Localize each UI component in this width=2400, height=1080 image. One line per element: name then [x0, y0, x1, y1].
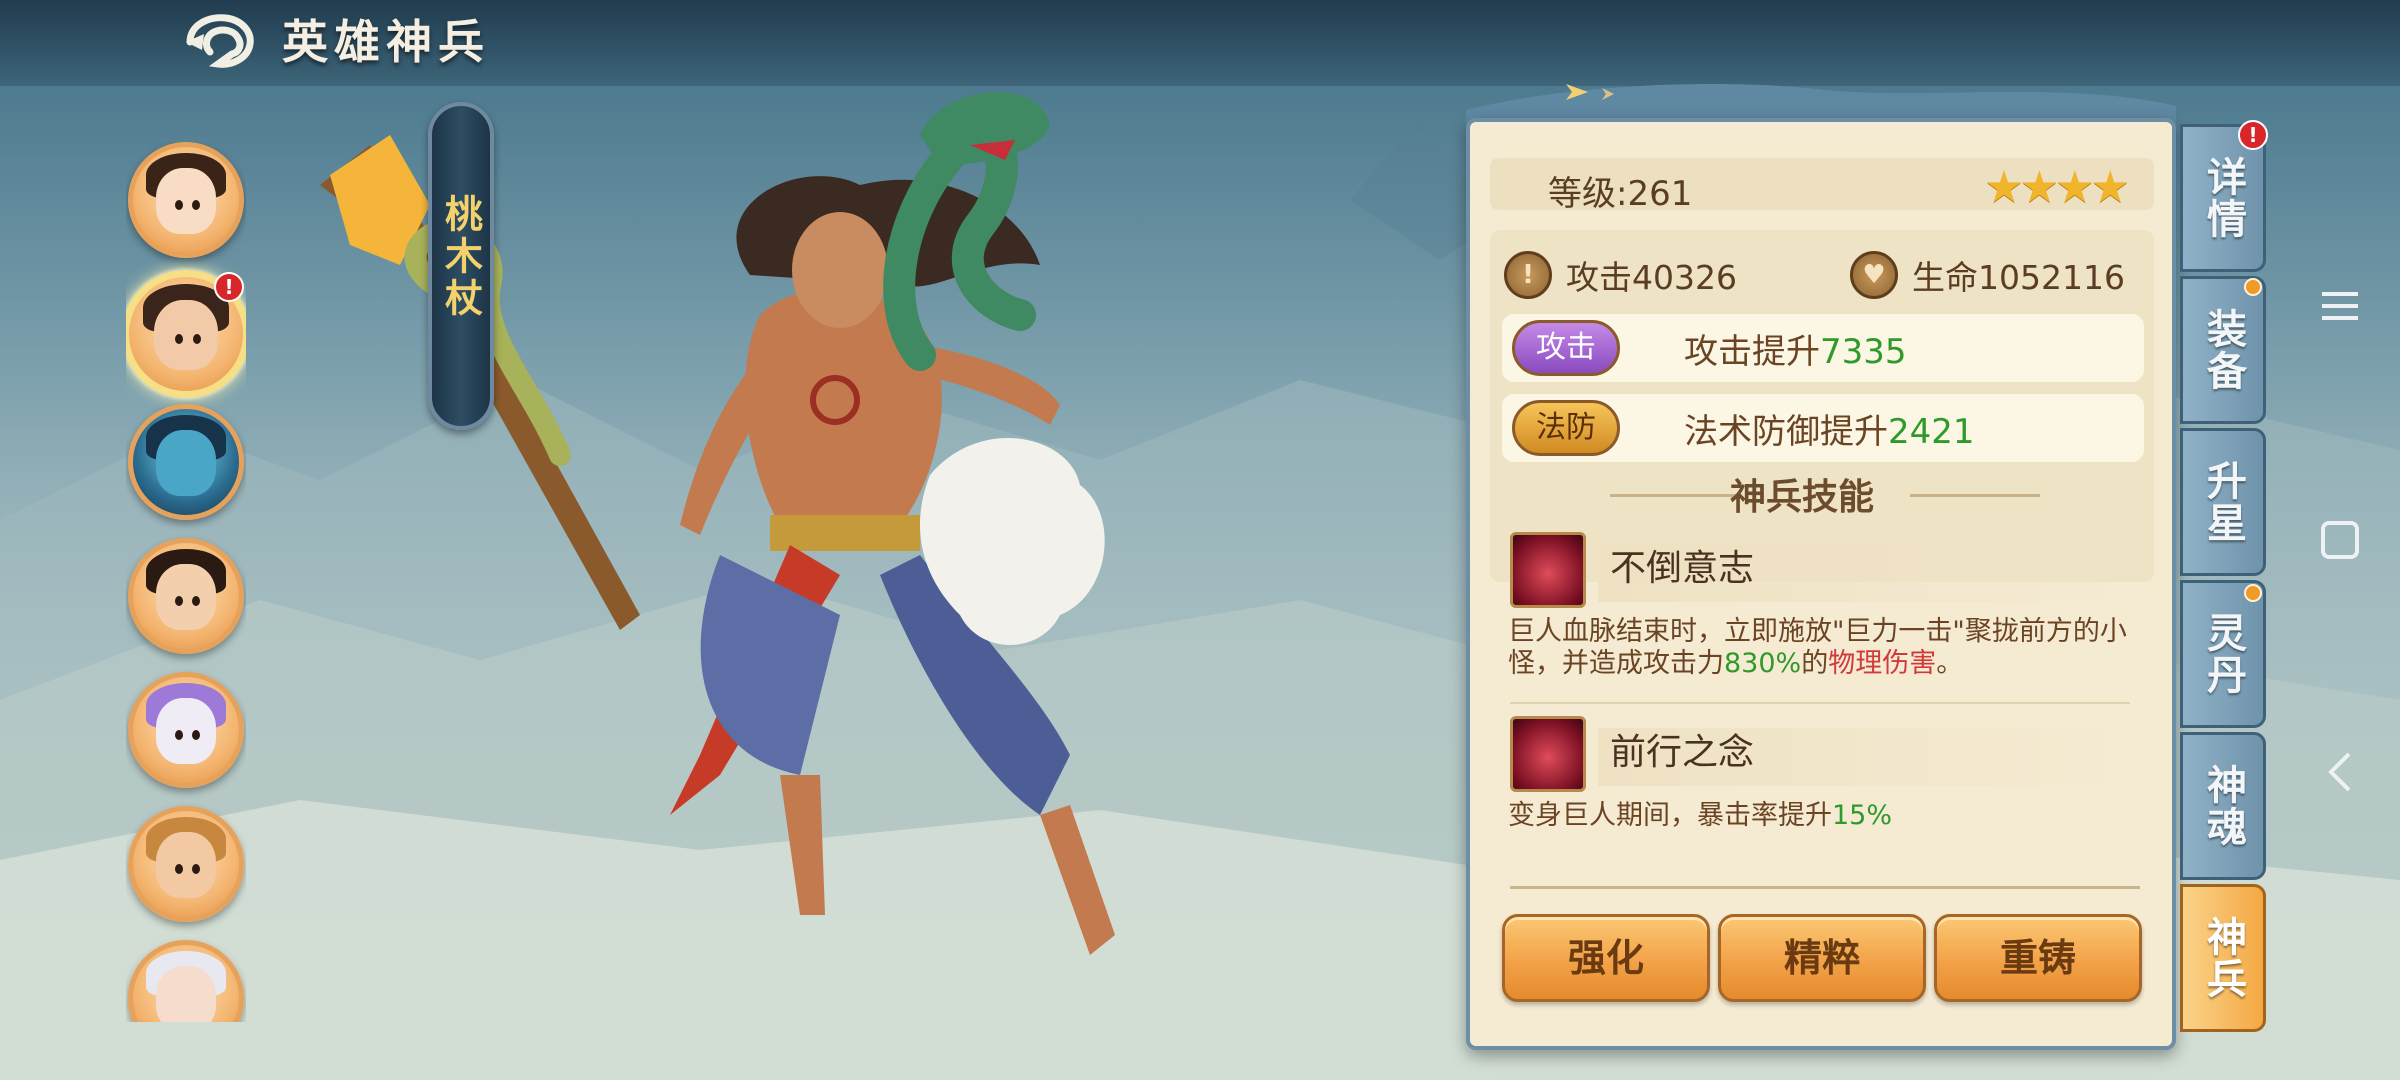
hero-avatar[interactable] [128, 142, 244, 258]
attack-bonus-text: 攻击提升7335 [1684, 324, 1907, 373]
tab-equipment[interactable]: 装备 [2180, 276, 2266, 424]
skill-description: 巨人血脉结束时，立即施放"巨力一击"聚拢前方的小怪，并造成攻击力830%的物理伤… [1508, 616, 2128, 680]
magic-defense-tag: 法防 [1512, 400, 1620, 456]
skill-desc-text: 变身巨人期间，暴击率提升 [1508, 800, 1832, 831]
skill-description: 变身巨人期间，暴击率提升15% [1508, 800, 2128, 832]
hero-avatar[interactable] [128, 404, 244, 520]
skill-divider [1510, 702, 2130, 704]
hero-avatar[interactable] [128, 806, 244, 922]
tab-divine-weapon[interactable]: 神兵 [2180, 884, 2266, 1032]
avatar-face [156, 168, 216, 234]
skill-name: 不倒意志 [1598, 544, 2138, 602]
stats-box: ! 攻击40326 ♥ 生命1052116 攻击 攻击提升7335 法防 法术防… [1490, 230, 2154, 582]
elixir-red-dot [2244, 584, 2262, 602]
avatar-face [156, 698, 216, 764]
details-alert-badge: ! [2238, 120, 2268, 150]
menu-button[interactable] [2310, 276, 2370, 336]
hp-value: 生命1052116 [1912, 258, 2125, 297]
essence-button[interactable]: 精粹 [1718, 914, 1926, 1002]
heart-icon: ♥ [1850, 251, 1898, 299]
attack-value: 攻击40326 [1566, 258, 1737, 297]
home-square-icon [2321, 521, 2359, 559]
avatar-face [154, 299, 218, 371]
weapon-info-panel: 等级:261 ★★★★ ! 攻击40326 ♥ 生命1052116 攻击 攻击提… [1466, 118, 2176, 1050]
magic-defense-bonus-row: 法防 法术防御提升2421 [1502, 394, 2144, 462]
avatar-face [156, 966, 216, 1022]
attack-tag: 攻击 [1512, 320, 1620, 376]
hero-avatar[interactable] [128, 538, 244, 654]
enhance-button[interactable]: 强化 [1502, 914, 1710, 1002]
back-button[interactable] [180, 10, 258, 74]
tab-elixir[interactable]: 灵丹 [2180, 580, 2266, 728]
skill-desc-percent: 15% [1832, 800, 1893, 831]
star-rating: ★★★★ [1984, 162, 2130, 213]
hp-stat: ♥ 生命1052116 [1850, 250, 2125, 300]
hero-avatar[interactable] [128, 672, 244, 788]
skill-icon-unyielding-will [1510, 532, 1586, 608]
system-navigation [2310, 270, 2370, 830]
equipment-red-dot [2244, 278, 2262, 296]
magic-defense-bonus-value: 2421 [1888, 411, 1975, 452]
avatar-eye [192, 334, 201, 344]
attack-bonus-row: 攻击 攻击提升7335 [1502, 314, 2144, 382]
section-divider-right [1910, 494, 2040, 497]
magic-defense-bonus-label: 法术防御提升 [1684, 411, 1888, 452]
skill-desc-text: 。 [1936, 648, 1964, 679]
weapon-name: 桃木杖 [438, 194, 483, 320]
attack-icon: ! [1504, 251, 1552, 299]
recast-button[interactable]: 重铸 [1934, 914, 2142, 1002]
weapon-name-banner: 桃木杖 [428, 102, 494, 430]
back-chevron-icon [2328, 752, 2351, 792]
level-bar: 等级:261 ★★★★ [1490, 158, 2154, 214]
tab-divine-soul[interactable]: 神魂 [2180, 732, 2266, 880]
skill-icon-forward-will [1510, 716, 1586, 792]
menu-icon [2322, 292, 2358, 320]
skill-desc-percent: 830% [1724, 648, 1802, 679]
hero-alert-badge: ! [214, 272, 244, 302]
attack-stat: ! 攻击40326 [1504, 250, 1737, 300]
scroll-track[interactable] [1510, 886, 2140, 889]
level-text: 等级:261 [1548, 174, 1693, 214]
attack-bonus-label: 攻击提升 [1684, 331, 1820, 372]
tab-star-up[interactable]: 升星 [2180, 428, 2266, 576]
avatar-face [156, 564, 216, 630]
home-button[interactable] [2310, 510, 2370, 570]
skill-desc-text: 的 [1801, 648, 1829, 679]
back-nav-button[interactable] [2310, 742, 2370, 802]
skill-desc-damage-type: 物理伤害 [1828, 648, 1937, 679]
attack-bonus-value: 7335 [1820, 331, 1907, 372]
avatar-face [156, 430, 216, 496]
skill-name: 前行之念 [1598, 728, 2138, 786]
avatar-face [156, 832, 216, 898]
hero-avatar[interactable] [128, 940, 244, 1022]
avatar-eye [174, 334, 183, 344]
back-swirl-icon [186, 14, 254, 68]
magic-defense-bonus-text: 法术防御提升2421 [1684, 404, 1975, 453]
